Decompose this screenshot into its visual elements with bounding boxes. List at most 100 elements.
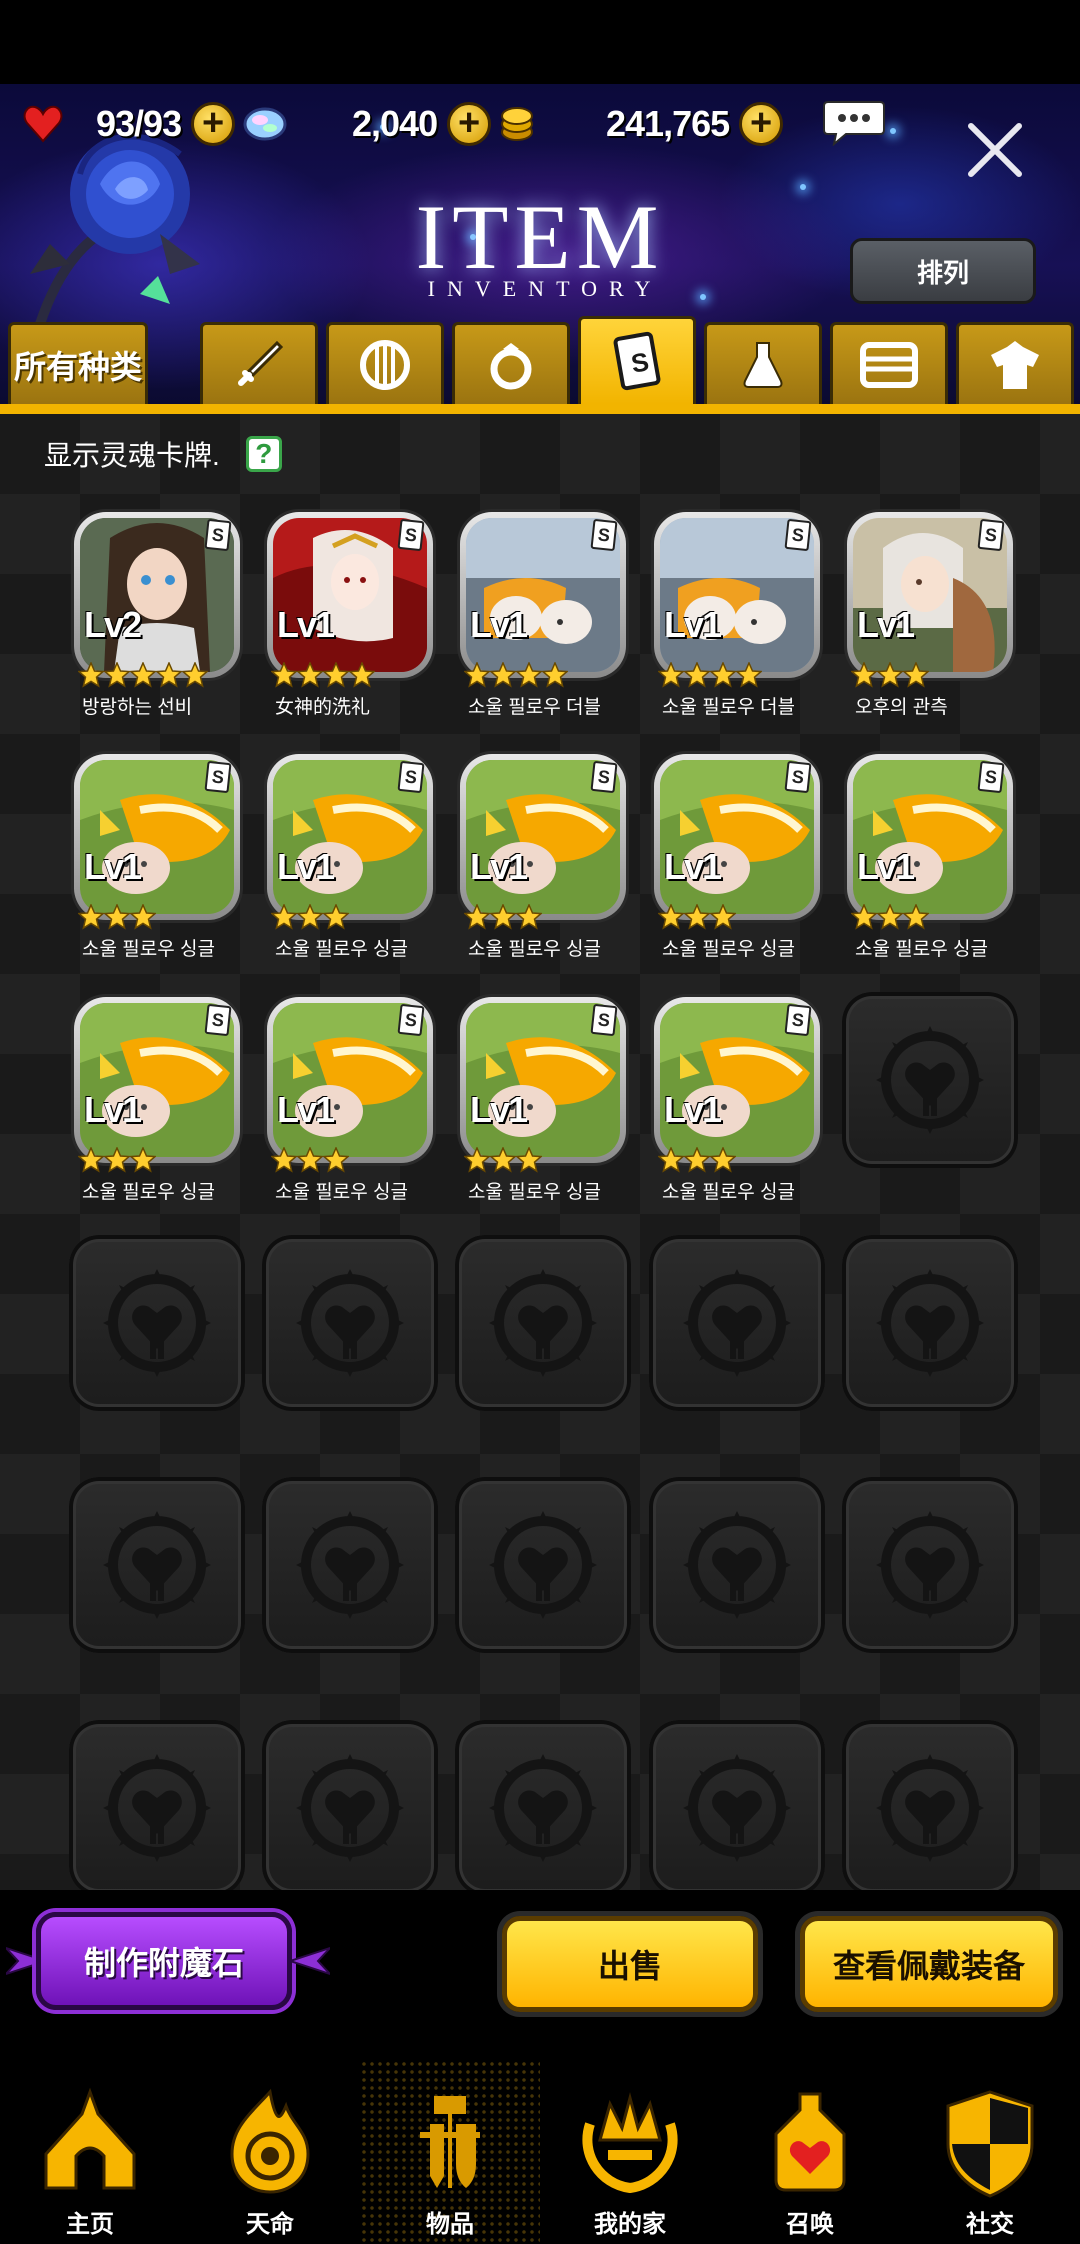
star-icon (323, 1147, 349, 1173)
add-gold-button[interactable]: + (739, 102, 784, 146)
tab-weapons[interactable] (200, 322, 318, 404)
nav-my-home[interactable]: 我的家 (540, 2060, 720, 2244)
soul-card-badge-icon: S (397, 1003, 425, 1037)
soul-card-item[interactable]: S Lv1 소울 필로우 더블 (460, 512, 626, 718)
tab-soul-cards[interactable]: S (578, 316, 696, 404)
empty-slot (842, 1720, 1018, 1890)
star-icon (271, 662, 297, 688)
soul-card-badge-icon: S (397, 760, 425, 794)
nav-fate-label: 天命 (246, 2211, 294, 2238)
star-icon (130, 662, 156, 688)
hearts-counter: 93/93 + (18, 94, 236, 154)
soul-card-item[interactable]: S Lv2 방랑하는 선비 (74, 512, 240, 718)
soul-card-frame[interactable]: S Lv2 (74, 512, 240, 678)
shield-icon (360, 339, 410, 390)
tab-underline (0, 404, 1080, 414)
soul-card-item[interactable]: S Lv1 소울 필로우 싱글 (654, 754, 820, 960)
soul-card-badge-icon: S (204, 760, 232, 794)
soul-card-frame[interactable]: S Lv1 (654, 997, 820, 1163)
add-hearts-button[interactable]: + (191, 102, 236, 146)
tab-accessories[interactable] (452, 322, 570, 404)
empty-slot (842, 1235, 1018, 1411)
star-rating (78, 1147, 156, 1173)
soul-card-item[interactable]: S Lv1 오후의 관측 (847, 512, 1013, 718)
soul-card-badge-icon: S (204, 518, 232, 552)
nav-home[interactable]: 主页 (0, 2060, 180, 2244)
soul-card-item[interactable]: S Lv1 소울 필로우 싱글 (74, 997, 240, 1203)
soul-card-frame[interactable]: S Lv1 (267, 754, 433, 920)
soul-card-frame[interactable]: S Lv1 (460, 997, 626, 1163)
soul-card-item[interactable]: S Lv1 소울 필로우 싱글 (267, 754, 433, 960)
soul-card-frame[interactable]: S Lv1 (654, 512, 820, 678)
soul-card-frame[interactable]: S Lv1 (460, 512, 626, 678)
soul-card-item[interactable]: S Lv1 소울 필로우 싱글 (460, 997, 626, 1203)
gold-coin-icon (492, 99, 542, 149)
soul-card-item[interactable]: S Lv1 소울 필로우 싱글 (74, 754, 240, 960)
sparkle (890, 128, 896, 134)
potion-icon (743, 341, 783, 388)
soul-card-frame[interactable]: S Lv1 (654, 754, 820, 920)
item-name: 소울 필로우 싱글 (468, 939, 601, 960)
star-icon (271, 1147, 297, 1173)
soul-card-frame[interactable]: S Lv1 (847, 512, 1013, 678)
star-icon (104, 1147, 130, 1173)
chat-bubble-icon[interactable] (822, 98, 886, 146)
view-equipped-button[interactable]: 查看佩戴装备 (800, 1916, 1058, 2012)
bottom-navigation: 主页 天命 物品 我的家 召唤 社交 (0, 2060, 1080, 2244)
tab-consumables[interactable] (704, 322, 822, 404)
star-icon (349, 662, 375, 688)
tab-all[interactable]: 所有种类 (8, 322, 148, 404)
item-level: Lv1 (470, 846, 528, 887)
star-icon (684, 662, 710, 688)
star-rating (658, 904, 736, 930)
star-icon (323, 662, 349, 688)
tab-cards[interactable] (830, 322, 948, 404)
star-icon (736, 662, 762, 688)
star-rating (271, 662, 375, 688)
close-icon[interactable] (965, 120, 1025, 180)
empty-slot (649, 1235, 825, 1411)
show-soul-cards: 显示灵魂卡牌. ? (44, 434, 282, 474)
help-icon[interactable]: ? (245, 436, 282, 472)
soul-card-frame[interactable]: S Lv1 (847, 754, 1013, 920)
tab-armor[interactable] (326, 322, 444, 404)
sword-icon (238, 340, 284, 386)
sort-button[interactable]: 排列 (850, 238, 1036, 304)
soul-card-frame[interactable]: S Lv1 (74, 754, 240, 920)
soul-card-frame[interactable]: S Lv1 (460, 754, 626, 920)
nav-home-label: 主页 (66, 2211, 114, 2238)
soul-card-item[interactable]: S Lv1 소울 필로우 싱글 (267, 997, 433, 1203)
empty-slot (842, 992, 1018, 1168)
star-icon (297, 1147, 323, 1173)
soul-card-frame[interactable]: S Lv1 (267, 512, 433, 678)
soul-card-frame[interactable]: S Lv1 (267, 997, 433, 1163)
nav-fate[interactable]: 天命 (180, 2060, 360, 2244)
star-icon (490, 904, 516, 930)
soul-card-frame[interactable]: S Lv1 (74, 997, 240, 1163)
soul-card-item[interactable]: S Lv1 소울 필로우 더블 (654, 512, 820, 718)
empty-slot (69, 1477, 245, 1653)
star-icon (271, 904, 297, 930)
star-icon (78, 662, 104, 688)
sell-button[interactable]: 出售 (502, 1916, 758, 2012)
empty-slot (842, 1477, 1018, 1653)
nav-items[interactable]: 物品 (360, 2060, 540, 2244)
star-icon (877, 904, 903, 930)
item-level: Lv1 (470, 604, 528, 645)
soul-card-item[interactable]: S Lv1 소울 필로우 싱글 (654, 997, 820, 1203)
nav-summon[interactable]: 召唤 (720, 2060, 900, 2244)
soul-card-item[interactable]: S Lv1 소울 필로우 싱글 (847, 754, 1013, 960)
fate-icon (230, 2088, 310, 2194)
soul-card-item[interactable]: S Lv1 女神的洗礼 (267, 512, 433, 718)
add-crystal-button[interactable]: + (447, 102, 492, 146)
empty-slot (262, 1477, 438, 1653)
heart-icon (18, 99, 68, 149)
soul-card-item[interactable]: S Lv1 소울 필로우 싱글 (460, 754, 626, 960)
item-name: 소울 필로우 싱글 (275, 1182, 408, 1203)
nav-social[interactable]: 社交 (900, 2060, 1080, 2244)
item-level: Lv1 (277, 846, 335, 887)
craft-enchant-stone-button[interactable]: 制作附魔石 (36, 1912, 292, 2010)
star-rating (78, 904, 156, 930)
tab-costumes[interactable] (956, 322, 1074, 404)
star-rating (464, 1147, 542, 1173)
